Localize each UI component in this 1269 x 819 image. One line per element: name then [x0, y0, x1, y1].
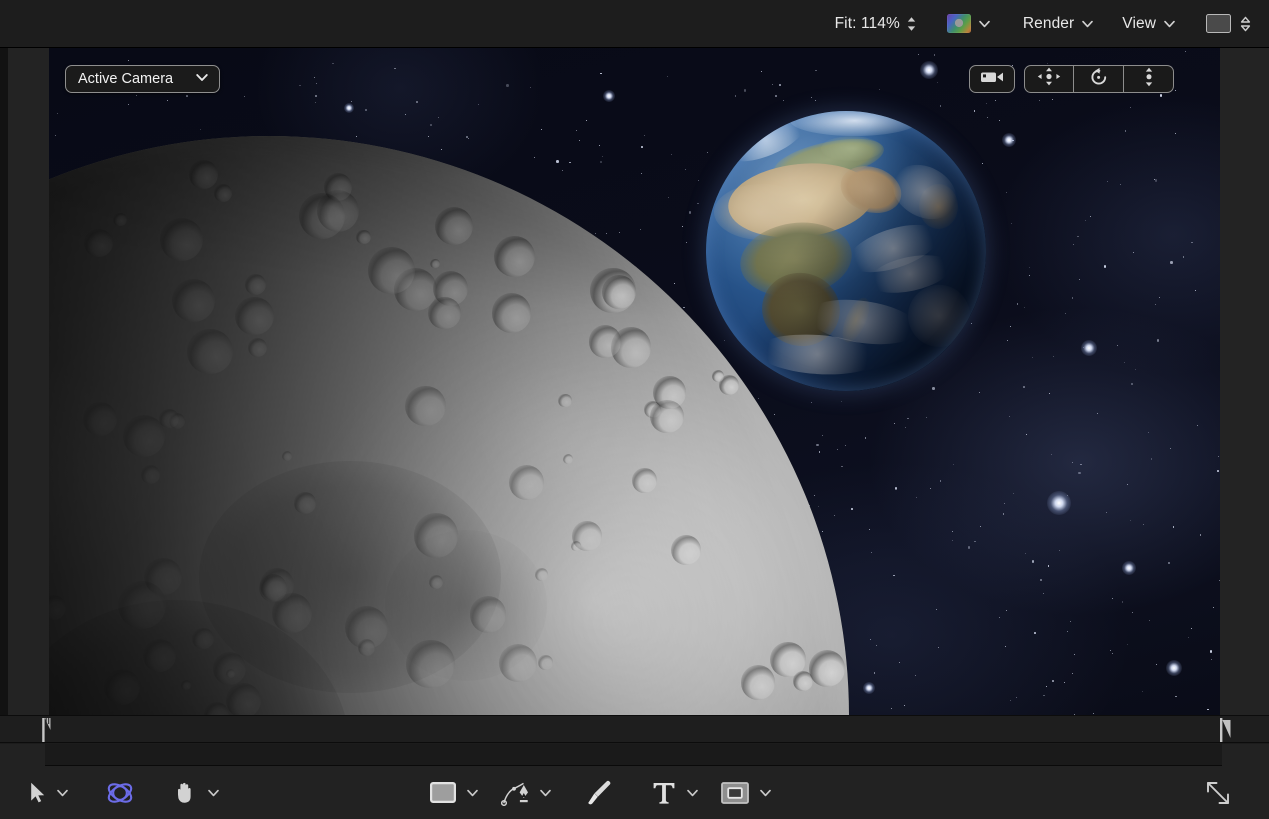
pen-icon — [501, 780, 531, 806]
in-point-marker[interactable] — [37, 718, 51, 742]
camera-toggle-button[interactable] — [969, 65, 1015, 93]
mask-tool[interactable] — [721, 776, 749, 810]
paint-stroke-tool[interactable] — [586, 776, 612, 810]
camera-pan-button[interactable] — [1024, 65, 1074, 93]
bezier-tool[interactable] — [501, 776, 531, 810]
select-tool-chevron[interactable] — [56, 786, 69, 799]
moon-sphere — [49, 136, 849, 715]
canvas-stage: Active Camera — [0, 48, 1269, 715]
canvas-top-toolbar: Fit: 114% Render — [0, 0, 1269, 48]
resize-canvas-button[interactable] — [1205, 776, 1231, 810]
render-menu-label: Render — [1023, 15, 1074, 33]
up-down-stepper-icon[interactable] — [906, 16, 917, 32]
paintbrush-icon — [586, 780, 612, 806]
text-tool[interactable] — [652, 776, 676, 810]
hand-icon — [173, 781, 197, 805]
active-camera-popup[interactable]: Active Camera — [65, 65, 220, 93]
pan-tool-chevron[interactable] — [207, 786, 220, 799]
shape-tool-chevron[interactable] — [466, 786, 479, 799]
render-menu-button[interactable]: Render — [1023, 10, 1094, 38]
diagonal-resize-arrow-icon — [1205, 780, 1231, 806]
timeline-track-row[interactable] — [0, 744, 1269, 766]
shape-tool[interactable] — [430, 776, 456, 810]
orbit-3d-icon — [105, 778, 135, 808]
four-way-arrows-icon — [1037, 67, 1061, 91]
viewport-canvas[interactable]: Active Camera — [49, 48, 1220, 715]
camera-dolly-button[interactable] — [1124, 65, 1174, 93]
mask-tool-chevron[interactable] — [759, 786, 772, 799]
frame-preview-icon[interactable] — [1206, 14, 1231, 33]
chevron-down-icon[interactable] — [978, 17, 991, 30]
zoom-level-label: Fit: 114% — [835, 15, 900, 33]
chevron-down-icon[interactable] — [1081, 17, 1094, 30]
bezier-tool-chevron[interactable] — [539, 786, 552, 799]
background-color-control[interactable] — [947, 10, 991, 38]
stage-left-edge — [0, 48, 8, 715]
mask-rectangle-icon — [721, 782, 749, 804]
out-point-marker[interactable] — [1218, 718, 1232, 742]
motion-canvas-window: Fit: 114% Render — [0, 0, 1269, 819]
video-camera-icon — [980, 70, 1004, 89]
mini-timeline-scrubber[interactable] — [0, 715, 1269, 743]
active-camera-label: Active Camera — [78, 71, 173, 87]
camera-control-buttons — [969, 65, 1174, 93]
up-down-arrows-icon — [1141, 67, 1157, 92]
view-menu-button[interactable]: View — [1122, 10, 1176, 38]
text-t-icon — [652, 781, 676, 805]
chevron-down-icon[interactable] — [195, 70, 209, 88]
timeline-left-segment — [0, 744, 45, 766]
rectangle-icon — [430, 782, 456, 803]
arrow-cursor-icon — [30, 782, 46, 803]
up-down-stepper-icon[interactable] — [1240, 16, 1251, 32]
camera-move-button-group — [1024, 65, 1174, 93]
transform-3d-tool[interactable] — [105, 776, 135, 810]
zoom-level-control[interactable]: Fit: 114% — [835, 10, 917, 38]
tools-toolbar — [0, 766, 1269, 819]
text-tool-chevron[interactable] — [686, 786, 699, 799]
chevron-down-icon[interactable] — [1163, 17, 1176, 30]
camera-orbit-button[interactable] — [1074, 65, 1124, 93]
rotate-arrow-icon — [1089, 67, 1109, 92]
background-color-swatch-icon[interactable] — [947, 14, 971, 33]
view-menu-label: View — [1122, 15, 1156, 33]
frame-preview-control[interactable] — [1206, 10, 1251, 38]
select-tool[interactable] — [30, 776, 46, 810]
timeline-right-segment — [1222, 744, 1269, 766]
pan-tool[interactable] — [173, 776, 197, 810]
